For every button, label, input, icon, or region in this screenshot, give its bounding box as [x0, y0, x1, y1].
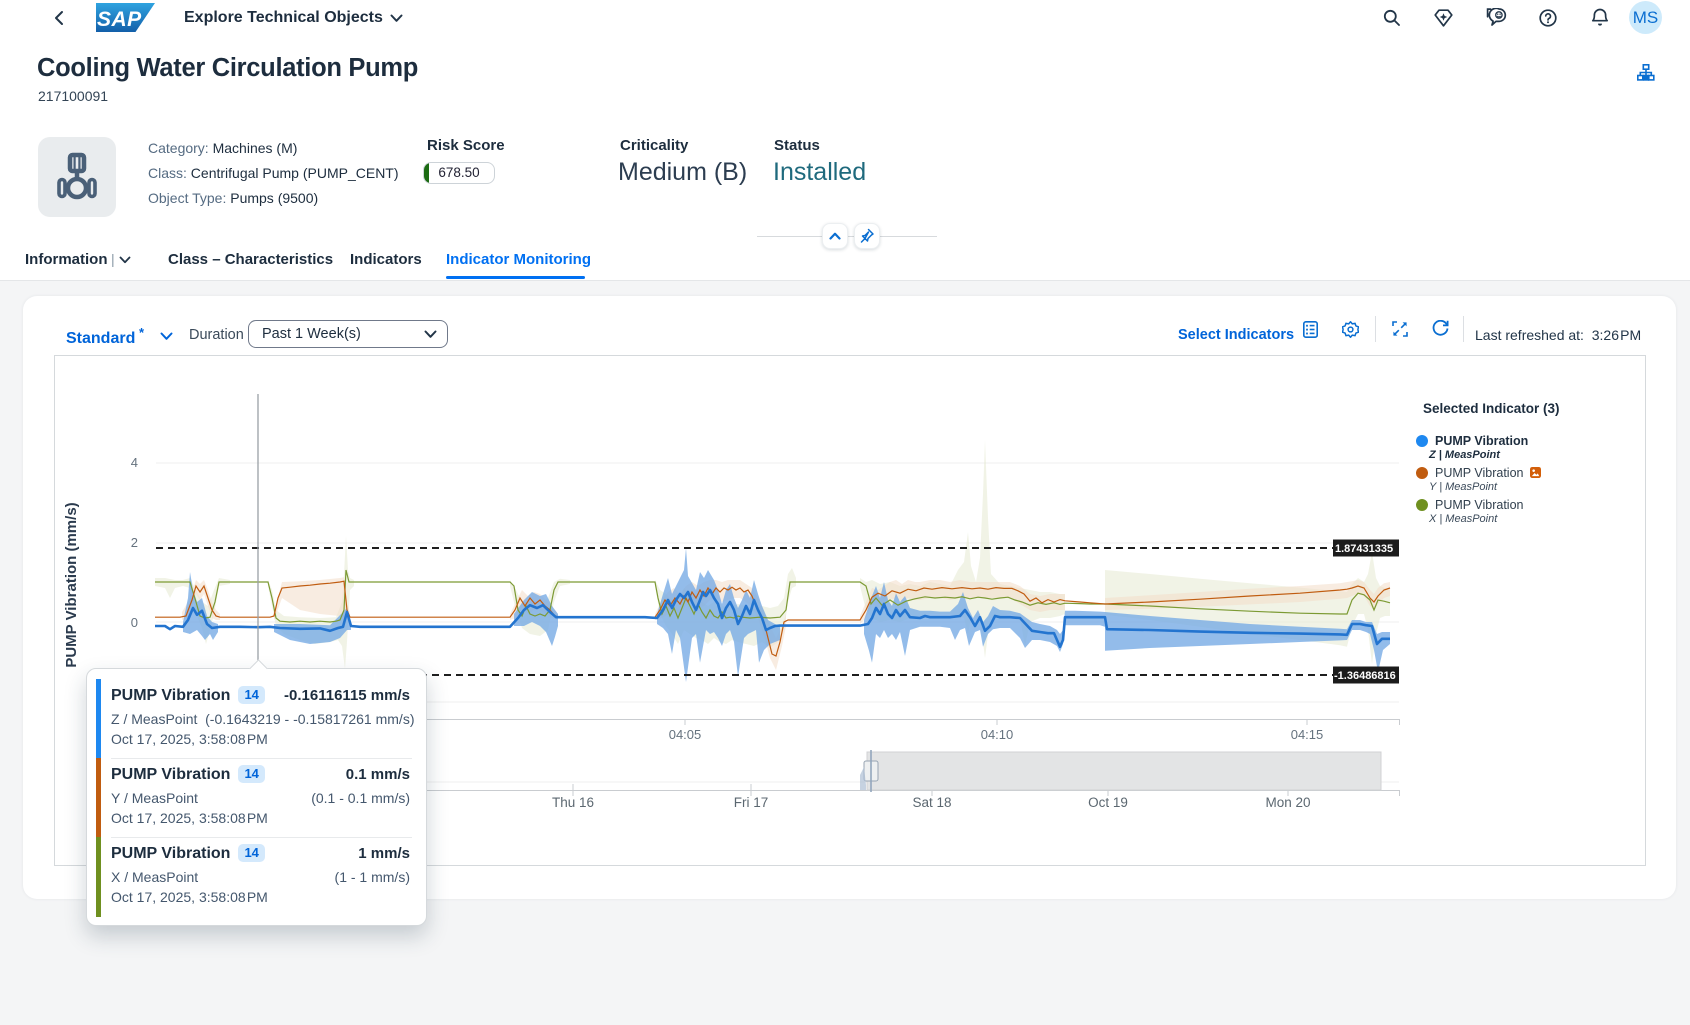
svg-text:0: 0 [131, 615, 138, 630]
svg-text:2: 2 [131, 535, 138, 550]
svg-text:-1.36486816: -1.36486816 [1334, 670, 1396, 682]
svg-text:SAP: SAP [97, 8, 142, 31]
svg-text:4: 4 [131, 455, 138, 470]
svg-text:04:15: 04:15 [1291, 727, 1324, 742]
svg-text:Fri 17: Fri 17 [734, 795, 769, 810]
svg-text:04:10: 04:10 [981, 727, 1014, 742]
svg-text:1.87431335: 1.87431335 [1335, 543, 1393, 555]
svg-text:04:05: 04:05 [669, 727, 702, 742]
svg-text:Mon 20: Mon 20 [1265, 795, 1310, 810]
svg-text:PUMP Vibration (mm/s): PUMP Vibration (mm/s) [63, 502, 80, 667]
svg-text:Sat 18: Sat 18 [912, 795, 951, 810]
svg-text:Thu 16: Thu 16 [552, 795, 594, 810]
svg-text:Oct 19: Oct 19 [1088, 795, 1128, 810]
